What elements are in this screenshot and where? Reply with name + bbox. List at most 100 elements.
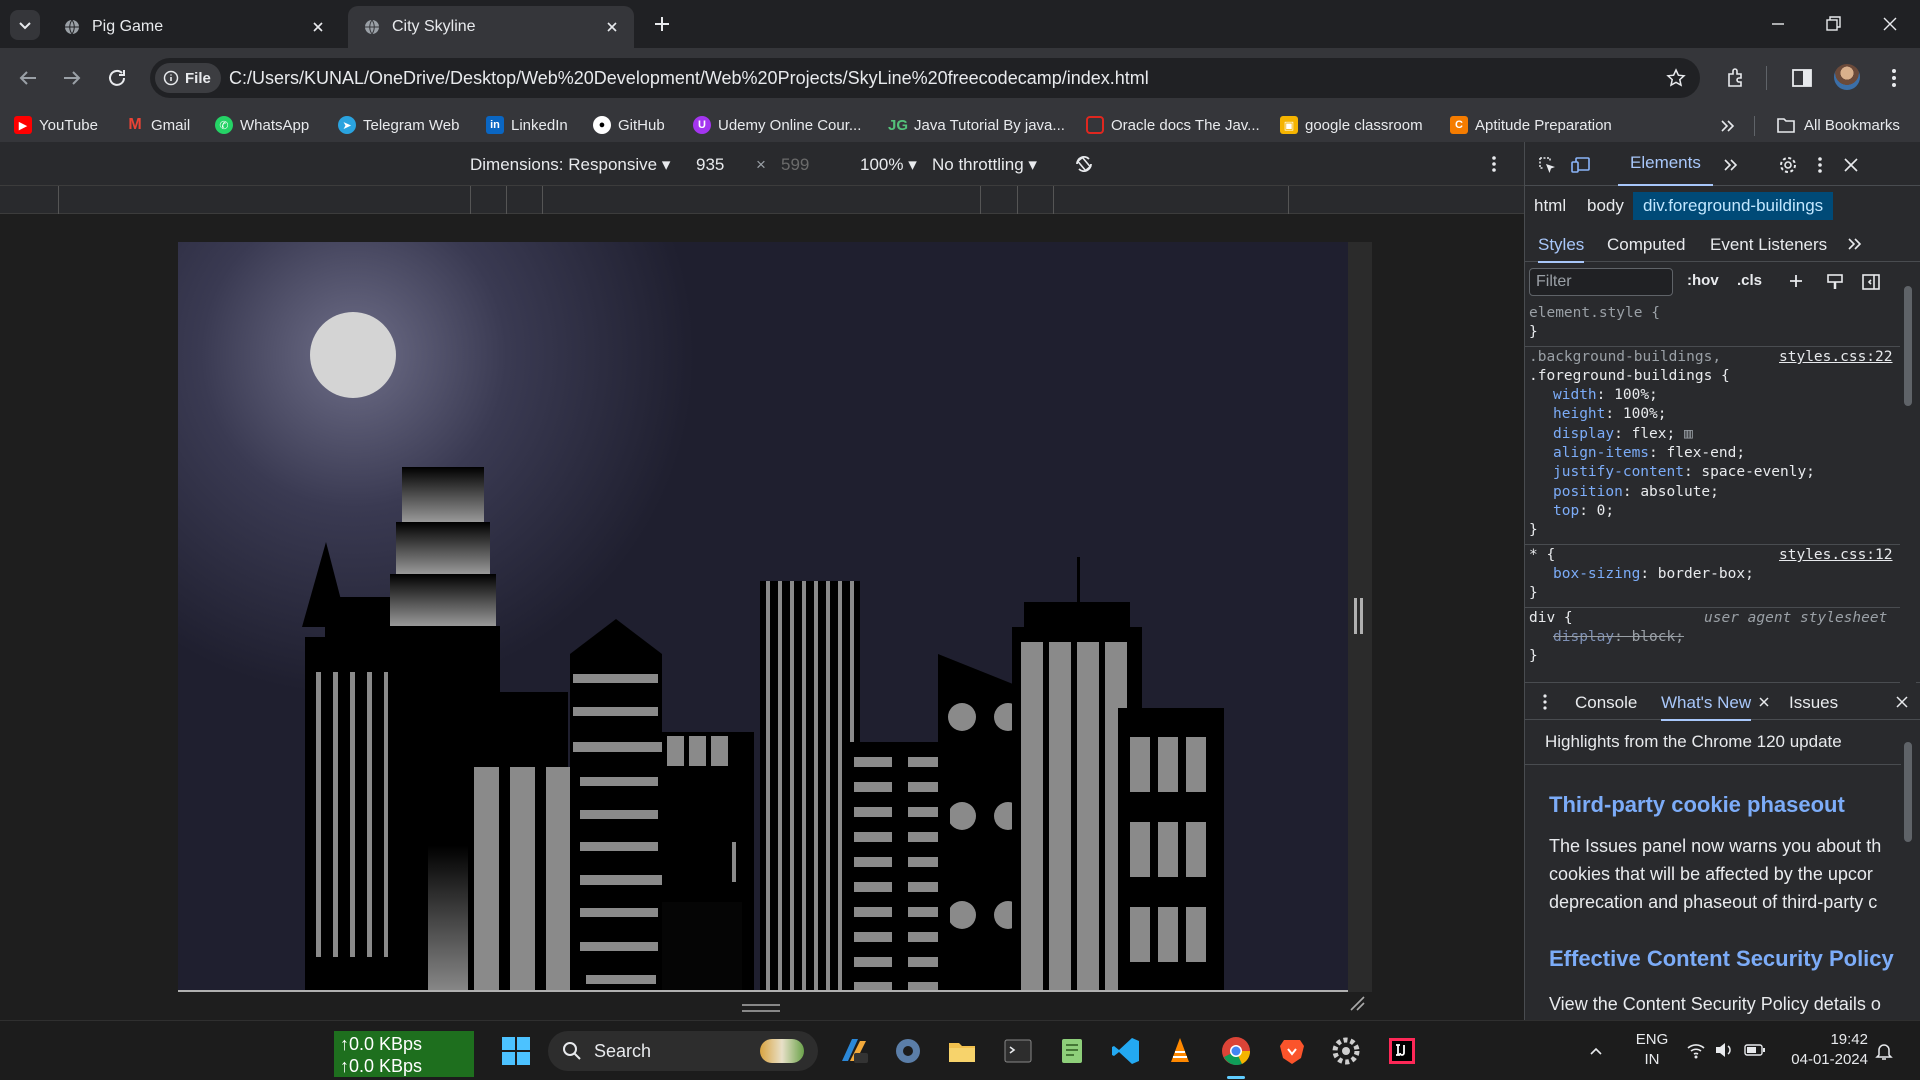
close-devtools-icon[interactable] <box>1841 155 1861 175</box>
devtools-menu-icon[interactable] <box>1810 155 1830 175</box>
vscode-icon[interactable] <box>1110 1035 1142 1067</box>
rotate-icon[interactable] <box>1072 152 1096 176</box>
css-declaration[interactable]: box-sizing: border-box; <box>1553 566 1754 582</box>
whats-new-heading[interactable]: Effective Content Security Policy <box>1549 946 1894 972</box>
device-more-icon[interactable] <box>1484 154 1504 174</box>
all-bookmarks-button[interactable]: All Bookmarks <box>1776 116 1900 134</box>
clock[interactable]: 19:42 04-01-2024 <box>1782 1030 1868 1070</box>
bookmark-java[interactable]: JG Java Tutorial By java... <box>888 116 1065 134</box>
sidebar-toggle-icon[interactable] <box>1861 272 1881 292</box>
windows-start-icon[interactable] <box>500 1035 532 1067</box>
bookmark-telegram[interactable]: ➤ Telegram Web <box>338 116 459 134</box>
side-panel-icon[interactable] <box>1790 66 1814 90</box>
extensions-icon[interactable] <box>1724 66 1748 90</box>
tab-console[interactable]: Console <box>1575 693 1637 713</box>
volume-icon[interactable] <box>1714 1041 1734 1059</box>
height-input[interactable]: 599 <box>781 155 809 175</box>
window-close-icon[interactable] <box>1880 14 1900 34</box>
rule1-selector-b[interactable]: .foreground-buildings { <box>1529 368 1730 384</box>
css-declaration[interactable]: width: 100%; <box>1553 387 1658 403</box>
new-tab-plus-icon[interactable] <box>652 14 672 34</box>
bookmarks-overflow-icon[interactable] <box>1718 117 1736 135</box>
back-icon[interactable] <box>16 66 40 90</box>
settings-gear-icon[interactable] <box>1778 155 1798 175</box>
tab-whats-new[interactable]: What's New <box>1661 693 1752 721</box>
more-tabs-icon[interactable] <box>1845 235 1863 253</box>
whats-new-scrollbar[interactable] <box>1900 728 1916 1018</box>
minimize-icon[interactable] <box>1768 14 1788 34</box>
notification-bell-icon[interactable] <box>1874 1041 1894 1061</box>
rule2-selector[interactable]: * { <box>1529 547 1555 563</box>
inspect-element-icon[interactable] <box>1537 155 1557 175</box>
bookmark-udemy[interactable]: U Udemy Online Cour... <box>693 116 861 134</box>
close-icon[interactable] <box>604 19 620 35</box>
css-declaration[interactable]: display: flex; ▥ <box>1553 426 1693 442</box>
brave-icon[interactable] <box>1276 1035 1308 1067</box>
tab-pig-game[interactable]: Pig Game <box>48 6 340 48</box>
kebab-menu-icon[interactable] <box>1882 66 1906 90</box>
crumb-html[interactable]: html <box>1534 196 1566 216</box>
throttling-select[interactable]: No throttling ▾ <box>932 155 1037 175</box>
tab-search-button[interactable] <box>10 10 40 40</box>
tab-event-listeners[interactable]: Event Listeners <box>1710 235 1827 255</box>
crumb-body[interactable]: body <box>1587 196 1624 216</box>
wifi-icon[interactable] <box>1686 1041 1706 1059</box>
close-drawer-icon[interactable] <box>1895 695 1909 709</box>
chevron-up-icon[interactable] <box>1588 1043 1604 1059</box>
bookmark-star-icon[interactable] <box>1666 68 1686 88</box>
tab-computed[interactable]: Computed <box>1607 235 1685 255</box>
viewport-scrollbar[interactable] <box>1348 242 1372 992</box>
styles-filter-input[interactable]: Filter <box>1529 268 1673 296</box>
rule2-source-link[interactable]: styles.css:12 <box>1779 547 1893 563</box>
address-bar[interactable]: File C:/Users/KUNAL/OneDrive/Desktop/Web… <box>150 58 1700 98</box>
rule1-source-link[interactable]: styles.css:22 <box>1779 349 1893 365</box>
corner-resize-icon[interactable] <box>1348 994 1366 1012</box>
bookmark-youtube[interactable]: ▶ YouTube <box>14 116 98 134</box>
device-toolbar-icon[interactable] <box>1571 155 1591 175</box>
tab-styles[interactable]: Styles <box>1538 235 1585 263</box>
bookmark-oracle[interactable]: Oracle docs The Jav... <box>1086 116 1260 134</box>
hov-toggle[interactable]: :hov <box>1687 272 1719 289</box>
overridden-declaration[interactable]: display: block; <box>1553 629 1684 645</box>
tab-city-skyline[interactable]: City Skyline <box>348 6 634 48</box>
css-declaration[interactable]: justify-content: space-evenly; <box>1553 464 1815 480</box>
profile-avatar[interactable] <box>1834 64 1860 90</box>
bookmark-linkedin[interactable]: in LinkedIn <box>486 116 568 134</box>
zoom-select[interactable]: 100% ▾ <box>860 155 917 175</box>
css-declaration[interactable]: align-items: flex-end; <box>1553 445 1745 461</box>
file-explorer-icon[interactable] <box>946 1035 978 1067</box>
styles-scrollbar[interactable] <box>1900 266 1916 684</box>
element-style-selector[interactable]: element.style { <box>1529 305 1660 321</box>
bookmark-classroom[interactable]: ▣ google classroom <box>1280 116 1423 134</box>
bookmark-whatsapp[interactable]: ✆ WhatsApp <box>215 116 309 134</box>
battery-icon[interactable] <box>1744 1042 1766 1058</box>
bookmark-gmail[interactable]: M Gmail <box>126 116 190 134</box>
rule3-selector[interactable]: div { <box>1529 610 1573 626</box>
css-declaration[interactable]: height: 100%; <box>1553 406 1667 422</box>
input-language[interactable]: ENG IN <box>1634 1030 1670 1070</box>
width-input[interactable]: 935 <box>696 155 724 175</box>
chrome-icon[interactable] <box>1220 1035 1252 1067</box>
city-skyline-page[interactable] <box>178 242 1348 992</box>
flexbox-editor-icon[interactable]: ▥ <box>1684 426 1693 442</box>
tab-elements[interactable]: Elements <box>1618 142 1713 186</box>
paint-brush-icon[interactable] <box>1825 272 1845 292</box>
crumb-selected-div[interactable]: div.foreground-buildings <box>1633 192 1834 220</box>
terminal-icon[interactable] <box>1002 1035 1034 1067</box>
reload-icon[interactable] <box>105 66 129 90</box>
settings-app-icon[interactable] <box>892 1035 924 1067</box>
bookmark-aptitude[interactable]: C Aptitude Preparation <box>1450 116 1612 134</box>
dimensions-select[interactable]: Dimensions: Responsive ▾ <box>470 155 670 175</box>
css-declaration[interactable]: top: 0; <box>1553 503 1614 519</box>
rule1-selector-a[interactable]: .background-buildings, <box>1529 349 1721 365</box>
viewport-resize-handle[interactable] <box>1354 598 1357 634</box>
forward-icon[interactable] <box>60 66 84 90</box>
close-icon[interactable] <box>310 19 326 35</box>
gear-app-icon[interactable] <box>1330 1035 1362 1067</box>
bottom-resize-handle[interactable] <box>742 1004 780 1012</box>
new-rule-plus-icon[interactable] <box>1787 272 1807 292</box>
more-panels-icon[interactable] <box>1721 155 1741 175</box>
drawer-menu-icon[interactable] <box>1537 693 1553 711</box>
taskbar-search[interactable]: Search <box>548 1031 818 1071</box>
cls-toggle[interactable]: .cls <box>1737 272 1762 289</box>
